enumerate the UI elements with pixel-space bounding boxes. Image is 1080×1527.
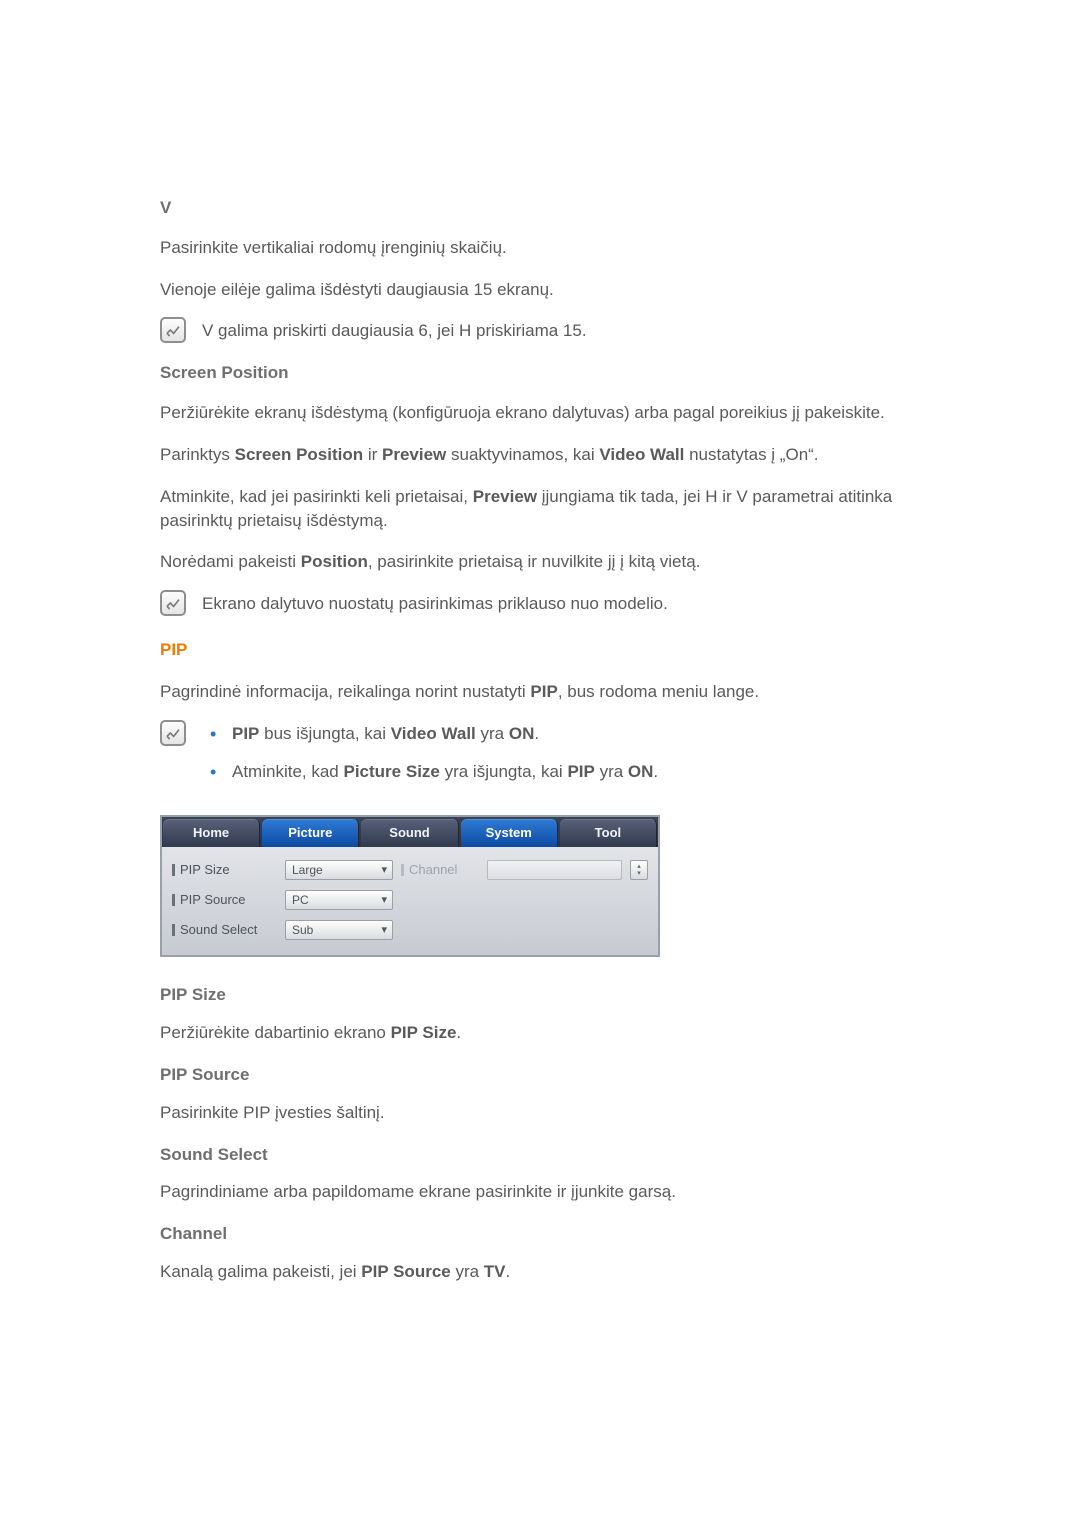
para: Norėdami pakeisti Position, pasirinkite … (160, 550, 920, 574)
para: Atminkite, kad jei pasirinkti keli priet… (160, 485, 920, 533)
select-pip-source[interactable]: PC (285, 890, 393, 910)
note-text: V galima priskirti daugiausia 6, jei H p… (202, 319, 920, 343)
tab-tool[interactable]: Tool (560, 819, 657, 847)
note-icon (160, 317, 186, 343)
note-icon (160, 720, 186, 746)
label-sound-select: Sound Select (172, 921, 277, 939)
list-item: Atminkite, kad Picture Size yra išjungta… (232, 760, 920, 784)
note-block: PIP bus išjungta, kai Video Wall yra ON.… (160, 722, 920, 798)
heading-pip: PIP (160, 638, 920, 662)
para: Vienoje eilėje galima išdėstyti daugiaus… (160, 278, 920, 302)
label-channel: Channel (401, 861, 479, 879)
para: Parinktys Screen Position ir Preview sua… (160, 443, 920, 467)
para: Peržiūrėkite dabartinio ekrano PIP Size. (160, 1021, 920, 1045)
tab-home[interactable]: Home (163, 819, 260, 847)
heading-pip-source: PIP Source (160, 1063, 920, 1087)
note-block: Ekrano dalytuvo nuostatų pasirinkimas pr… (160, 592, 920, 616)
para: Pasirinkite vertikaliai rodomų įrenginių… (160, 236, 920, 260)
para: Pasirinkite PIP įvesties šaltinį. (160, 1101, 920, 1125)
para: Peržiūrėkite ekranų išdėstymą (konfigūru… (160, 401, 920, 425)
label-pip-size: PIP Size (172, 861, 277, 879)
note-block: V galima priskirti daugiausia 6, jei H p… (160, 319, 920, 343)
heading-sound-select: Sound Select (160, 1143, 920, 1167)
heading-screen-position: Screen Position (160, 361, 920, 385)
select-pip-size[interactable]: Large (285, 860, 393, 880)
tab-picture[interactable]: Picture (262, 819, 359, 847)
para: Kanalą galima pakeisti, jei PIP Source y… (160, 1260, 920, 1284)
select-sound-select[interactable]: Sub (285, 920, 393, 940)
note-text: Ekrano dalytuvo nuostatų pasirinkimas pr… (202, 592, 920, 616)
pip-tabs: Home Picture Sound System Tool (162, 817, 658, 847)
channel-stepper[interactable]: ▴▾ (630, 860, 648, 880)
input-channel[interactable] (487, 860, 622, 880)
tab-system[interactable]: System (461, 819, 558, 847)
heading-v: V (160, 196, 920, 220)
tab-sound[interactable]: Sound (361, 819, 458, 847)
heading-channel: Channel (160, 1222, 920, 1246)
label-pip-source: PIP Source (172, 891, 277, 909)
heading-pip-size: PIP Size (160, 983, 920, 1007)
pip-settings-panel: Home Picture Sound System Tool PIP Size … (160, 815, 660, 957)
note-icon (160, 590, 186, 616)
para: Pagrindinė informacija, reikalinga norin… (160, 680, 920, 704)
list-item: PIP bus išjungta, kai Video Wall yra ON. (232, 722, 920, 746)
para: Pagrindiniame arba papildomame ekrane pa… (160, 1180, 920, 1204)
